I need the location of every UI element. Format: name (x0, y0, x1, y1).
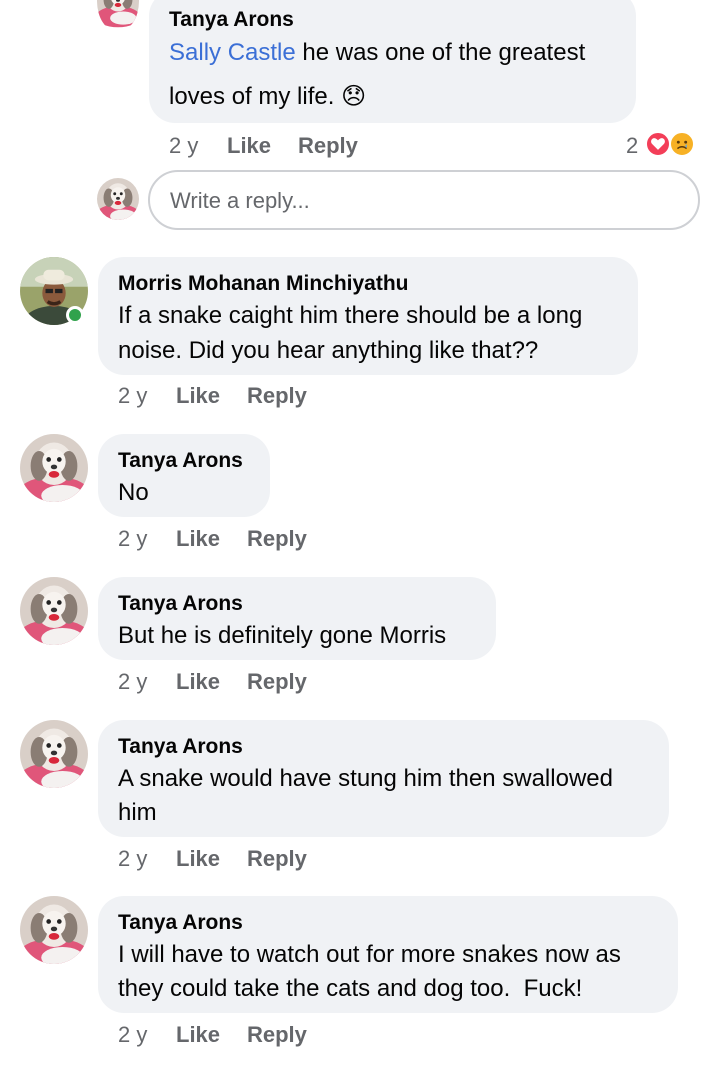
like-button[interactable]: Like (176, 846, 220, 872)
comment-text: they could take the cats and dog too. Fu… (118, 975, 583, 1002)
comment-author[interactable]: Tanya Arons (169, 7, 294, 33)
comment-time[interactable]: 2 y (169, 133, 198, 159)
reply-button[interactable]: Reply (247, 1022, 307, 1048)
avatar[interactable] (20, 896, 88, 964)
avatar[interactable] (20, 434, 88, 502)
reply-button[interactable]: Reply (247, 846, 307, 872)
comment-time[interactable]: 2 y (118, 526, 147, 552)
avatar[interactable] (97, 0, 139, 32)
online-status-indicator (66, 306, 84, 324)
comment-text: noise. Did you hear anything like that?? (118, 337, 539, 364)
sad-reaction-icon[interactable] (669, 131, 695, 157)
current-user-avatar[interactable] (97, 178, 139, 220)
reaction-count[interactable]: 2 (626, 133, 638, 159)
comment-text: Sally Castle he was one of the greatest (169, 35, 629, 70)
comment-author[interactable]: Tanya Arons (118, 448, 243, 474)
avatar[interactable] (20, 720, 88, 788)
avatar[interactable] (20, 577, 88, 645)
comment-text: A snake would have stung him then swallo… (118, 765, 613, 792)
comment-meta: 2 y Like Reply (169, 133, 469, 159)
mention-link[interactable]: Sally Castle (169, 39, 296, 66)
comment-author[interactable]: Tanya Arons (118, 591, 243, 617)
comment-text: If a snake caight him there should be a … (118, 302, 583, 329)
comment-text: loves of my life. 😞 (169, 79, 629, 114)
comment-text: I will have to watch out for more snakes… (118, 941, 621, 968)
reply-button[interactable]: Reply (247, 383, 307, 409)
reply-button[interactable]: Reply (298, 133, 358, 159)
comment-text: No (118, 479, 149, 506)
comment-text-line: loves of my life. (169, 83, 342, 110)
comment-time[interactable]: 2 y (118, 846, 147, 872)
like-button[interactable]: Like (176, 383, 220, 409)
comment-text: him (118, 799, 157, 826)
comment-time[interactable]: 2 y (118, 1022, 147, 1048)
disappointed-emoji-icon: 😞 (341, 82, 367, 110)
reply-button[interactable]: Reply (247, 526, 307, 552)
comment-author[interactable]: Tanya Arons (118, 734, 243, 760)
like-button[interactable]: Like (176, 669, 220, 695)
comment-meta: 2 y Like Reply (118, 526, 418, 552)
comment-meta: 2 y Like Reply (118, 669, 418, 695)
comment-author[interactable]: Morris Mohanan Minchiyathu (118, 271, 409, 297)
like-button[interactable]: Like (227, 133, 271, 159)
comment-time[interactable]: 2 y (118, 669, 147, 695)
reply-input[interactable] (170, 186, 670, 216)
reply-input-container[interactable] (148, 170, 700, 230)
like-button[interactable]: Like (176, 1022, 220, 1048)
comment-text-line: he was one of the greatest (295, 39, 586, 66)
comment-meta: 2 y Like Reply (118, 846, 418, 872)
comment-meta: 2 y Like Reply (118, 383, 418, 409)
comment-text: But he is definitely gone Morris (118, 622, 447, 649)
like-button[interactable]: Like (176, 526, 220, 552)
comment-time[interactable]: 2 y (118, 383, 147, 409)
reply-button[interactable]: Reply (247, 669, 307, 695)
comment-meta: 2 y Like Reply (118, 1022, 418, 1048)
heart-reaction-icon[interactable] (645, 131, 671, 157)
comment-author[interactable]: Tanya Arons (118, 910, 243, 936)
